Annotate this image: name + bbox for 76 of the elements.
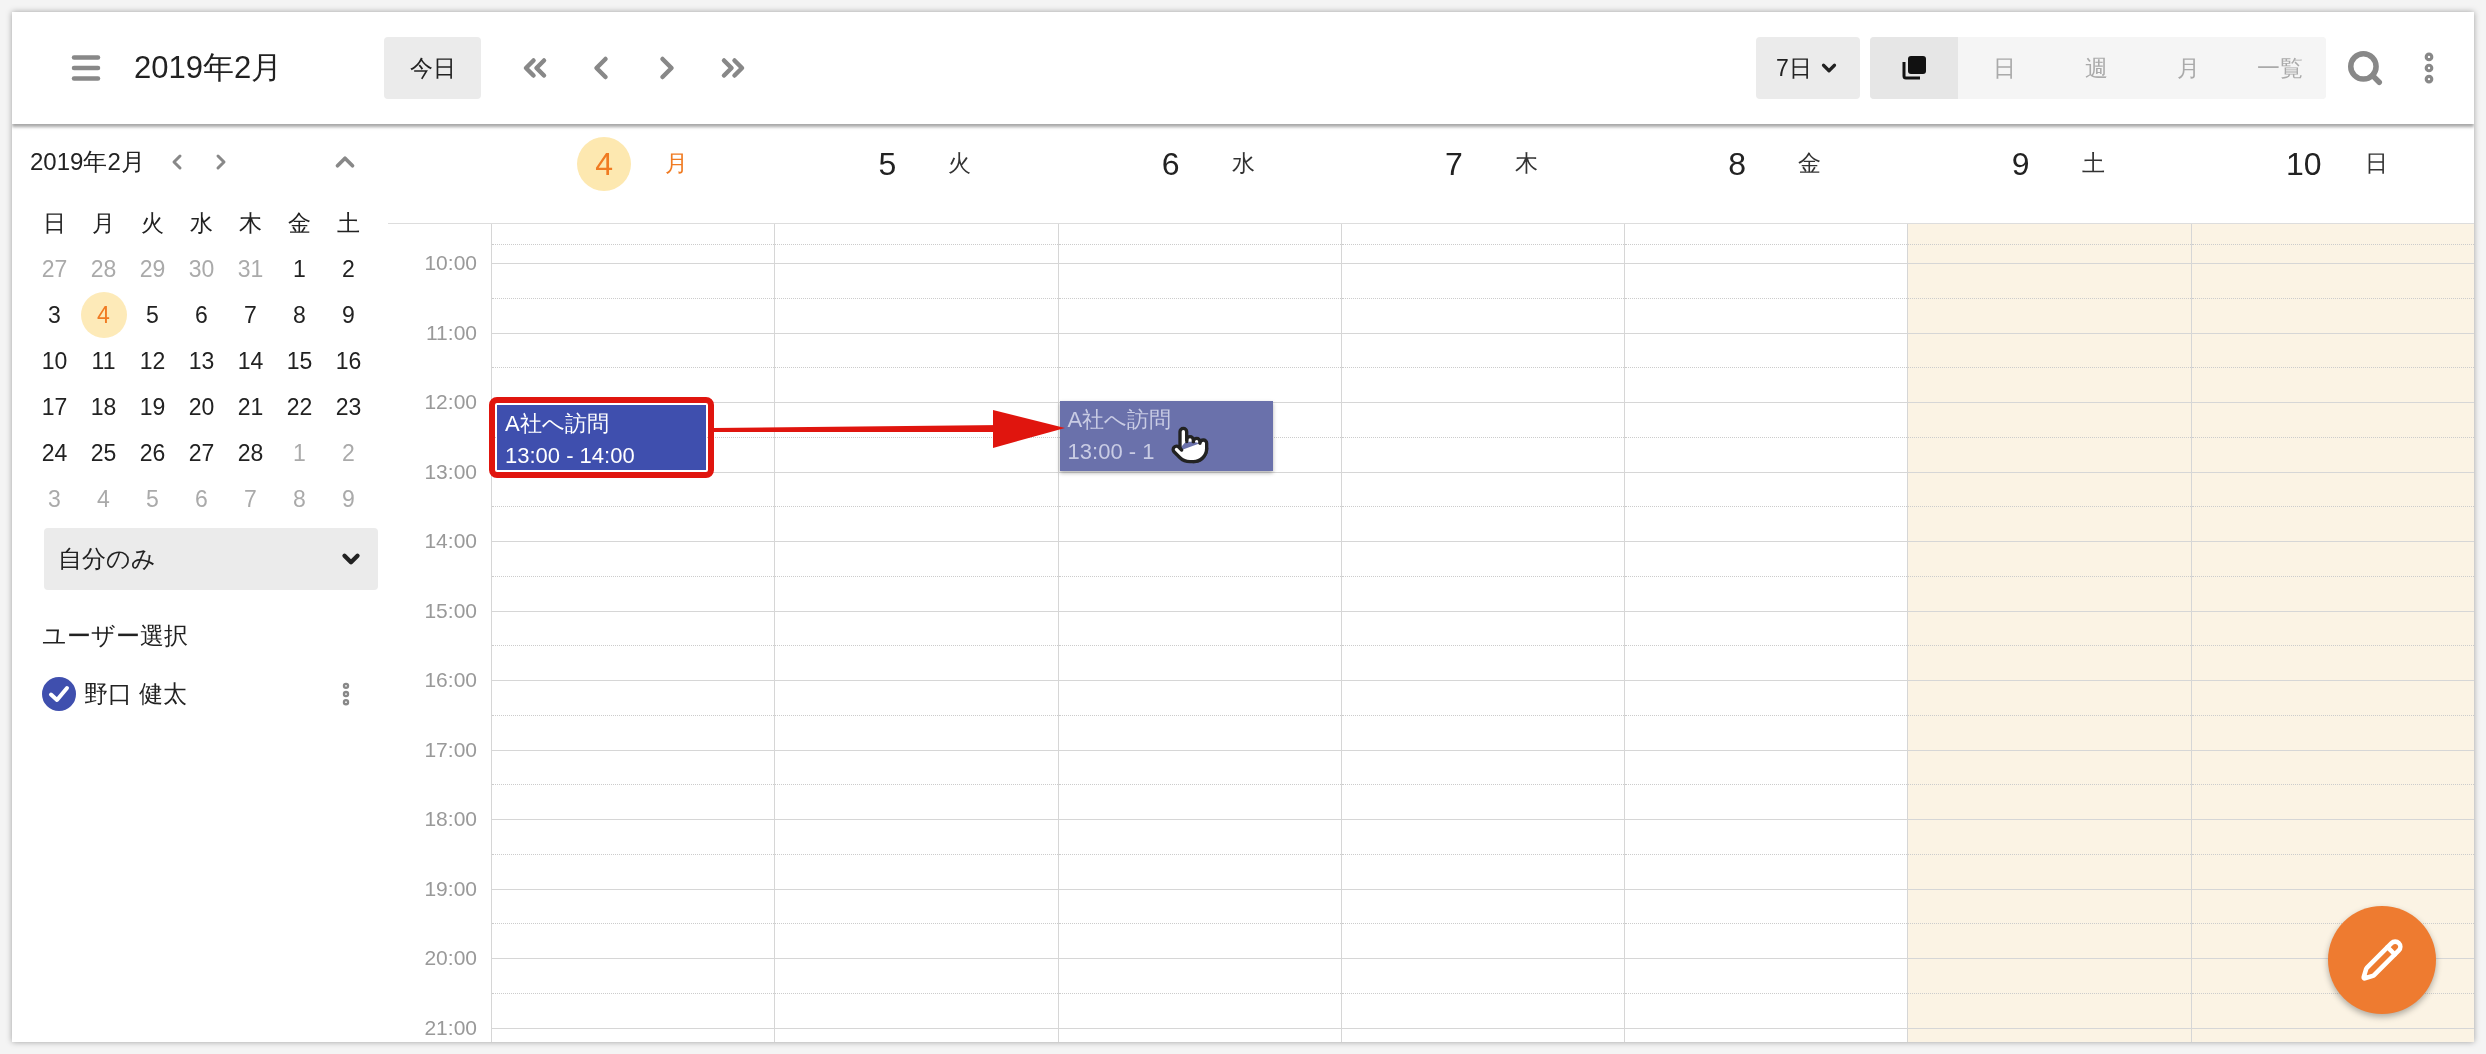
time-label: 10:00 <box>424 251 477 275</box>
time-label: 12:00 <box>424 390 477 414</box>
time-label: 20:00 <box>424 946 477 970</box>
mini-calendar-day[interactable]: 11 <box>80 338 127 384</box>
mini-calendar-day[interactable]: 1 <box>276 246 323 292</box>
day-number[interactable]: 9 <box>1993 136 2048 191</box>
time-label: 17:00 <box>424 737 477 762</box>
time-label: 14:00 <box>424 529 477 553</box>
mini-calendar-day[interactable]: 3 <box>31 292 78 338</box>
time-label: 11:00 <box>426 320 477 345</box>
mini-calendar-day[interactable]: 10 <box>31 338 78 384</box>
mini-calendar-day[interactable]: 15 <box>276 338 323 384</box>
time-label: 16:00 <box>424 668 477 692</box>
mini-calendar-day[interactable]: 9 <box>325 292 372 338</box>
event-time: 13:00 - 1 <box>1067 439 1155 465</box>
day-number[interactable]: 10 <box>2276 136 2331 191</box>
mini-calendar-day[interactable]: 16 <box>325 338 372 384</box>
weekday-label: 土 <box>2081 149 2105 178</box>
time-label: 18:00 <box>424 807 477 831</box>
event-title: A社へ訪問 <box>1067 406 1173 434</box>
event-time: 13:00 - 14:00 <box>505 443 635 469</box>
weekday-label: 金 <box>1798 149 1822 178</box>
mini-calendar-day[interactable]: 28 <box>227 430 274 476</box>
mini-calendar-day[interactable]: 18 <box>80 384 127 430</box>
day-number[interactable]: 5 <box>860 136 915 191</box>
weekday-label: 木 <box>239 209 262 238</box>
event-card[interactable]: A社へ訪問 13:00 - 14:00 <box>497 405 706 470</box>
weekday-label: 土 <box>337 209 360 238</box>
mini-calendar-day[interactable]: 23 <box>325 384 372 430</box>
mini-calendar-day[interactable]: 25 <box>80 430 127 476</box>
mini-calendar-day[interactable]: 24 <box>31 430 78 476</box>
event-title: A社へ訪問 <box>505 410 610 438</box>
mini-calendar-day[interactable]: 13 <box>178 338 225 384</box>
range-select[interactable]: 7日 <box>1756 37 1860 99</box>
mini-calendar-day[interactable]: 12 <box>129 338 176 384</box>
mini-calendar-day[interactable]: 17 <box>31 384 78 430</box>
weekday-label: 火 <box>948 149 972 178</box>
weekday-label: 火 <box>141 209 164 238</box>
day-number[interactable]: 8 <box>1710 136 1765 191</box>
month-title: 2019年2月 <box>134 49 284 87</box>
day-number[interactable]: 7 <box>1427 136 1481 191</box>
pencil-icon <box>2360 938 2404 982</box>
checkbox[interactable] <box>42 677 76 711</box>
mini-calendar-day[interactable]: 26 <box>129 430 176 476</box>
user-name: 野口 健太 <box>84 679 188 709</box>
time-label: 21:00 <box>424 1015 477 1040</box>
mini-calendar-day[interactable]: 21 <box>227 384 274 430</box>
mini-calendar-day[interactable]: 5 <box>129 292 176 338</box>
mini-calendar-title: 2019年2月 <box>30 147 145 177</box>
mini-calendar-day[interactable]: 7 <box>227 292 274 338</box>
day-number[interactable]: 6 <box>1143 136 1198 191</box>
mini-calendar-day[interactable]: 22 <box>276 384 323 430</box>
weekday-label: 水 <box>190 209 213 238</box>
mini-calendar-day[interactable]: 2 <box>325 246 372 292</box>
weekday-label: 日 <box>2364 149 2388 178</box>
hand-cursor-icon <box>1169 425 1210 465</box>
multi-view-tab[interactable] <box>1870 37 1958 99</box>
mini-calendar-day[interactable]: 27 <box>178 430 225 476</box>
weekday-label: 日 <box>43 209 66 238</box>
weekday-label: 木 <box>1515 149 1538 178</box>
mini-calendar-day[interactable]: 20 <box>178 384 225 430</box>
users-heading: ユーザー選択 <box>42 621 189 651</box>
time-label: 19:00 <box>424 876 477 901</box>
mini-calendar-day[interactable]: 19 <box>129 384 176 430</box>
time-label: 13:00 <box>424 459 477 484</box>
weekday-label: 月 <box>665 149 689 178</box>
mini-calendar-day[interactable]: 14 <box>227 338 274 384</box>
mini-calendar-day[interactable]: 6 <box>178 292 225 338</box>
weekday-label: 水 <box>1231 149 1255 178</box>
mini-calendar-day[interactable]: 8 <box>276 292 323 338</box>
stacked-squares-icon <box>1900 54 1928 82</box>
time-label: 15:00 <box>424 598 477 623</box>
filter-select[interactable]: 自分のみ <box>44 528 378 590</box>
today-button[interactable]: 今日 <box>384 37 481 99</box>
weekday-label: 月 <box>92 209 115 238</box>
weekday-label: 金 <box>288 209 311 238</box>
